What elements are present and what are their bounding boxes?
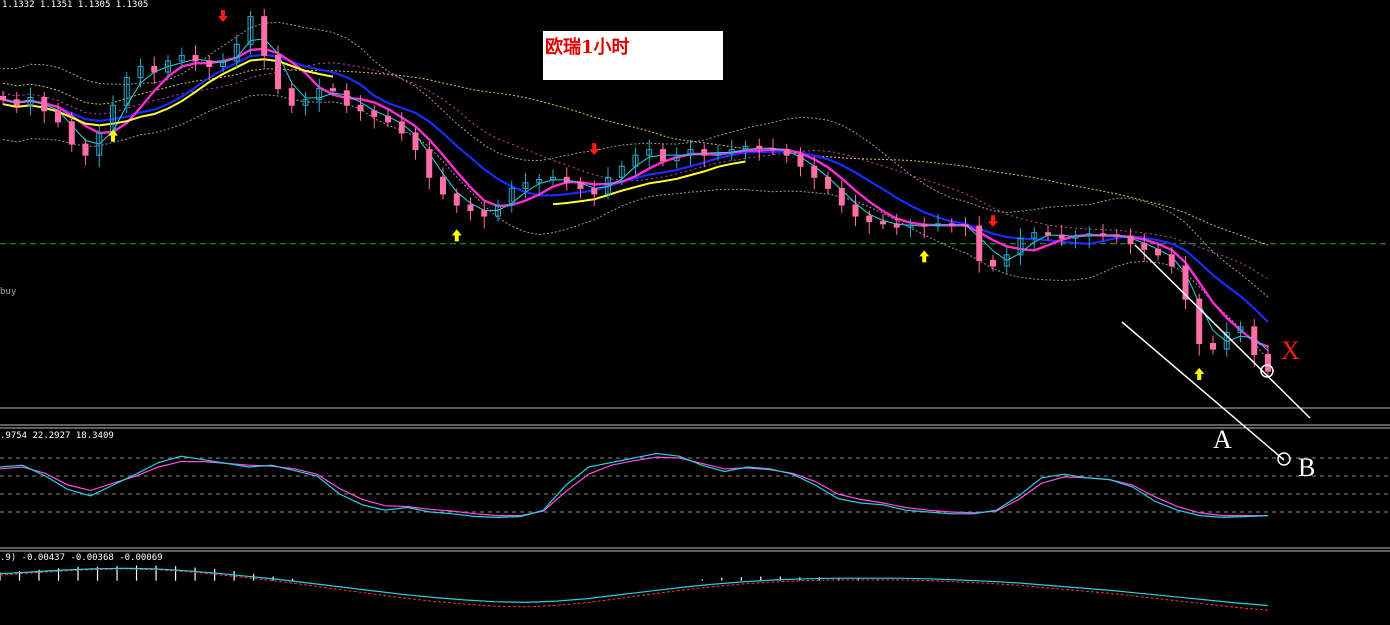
stochastic-readout: .9754 22.2927 18.3409 (0, 431, 114, 441)
candle-body (1155, 248, 1161, 256)
candle-body (412, 132, 419, 151)
macd-signal-line (0, 568, 1269, 611)
candle-body (866, 215, 873, 223)
candle-body (440, 176, 446, 195)
candle-body (192, 54, 199, 62)
buy-line-label: buy (0, 287, 17, 297)
stochastic-main-line (0, 452, 1269, 519)
candle-body (151, 65, 158, 73)
candle-body (261, 16, 268, 56)
candle-body (275, 54, 281, 90)
panel-separators (0, 407, 1390, 552)
candle-body (1127, 235, 1134, 245)
candle-body (1141, 243, 1148, 250)
chart-title: 欧瑞1小时 (545, 37, 630, 58)
candle-body (453, 193, 460, 206)
candle-body (467, 204, 474, 212)
candle-body (563, 176, 570, 184)
candle-body (13, 99, 20, 106)
annotation-a: A (1213, 425, 1232, 454)
candle-body (825, 176, 831, 189)
candle-body (880, 221, 886, 225)
candle-body (577, 182, 584, 189)
point-b-circle (1277, 452, 1291, 466)
candle-body (288, 88, 295, 106)
candle-body (811, 165, 818, 178)
candle-body (1045, 232, 1051, 236)
candle-body (1265, 354, 1271, 372)
candle-body (701, 149, 708, 156)
candle-body (1058, 234, 1065, 239)
candle-body (756, 145, 763, 149)
ohlc-readout: 1.1332 1.1351 1.1305 1.1305 (2, 0, 149, 10)
candle-body (591, 187, 598, 195)
candle-body (41, 97, 48, 112)
ma-cyan-line (2, 38, 1269, 352)
candle-body (783, 149, 790, 156)
candle-body (206, 60, 213, 67)
candle-body (1251, 326, 1258, 356)
forex-chart[interactable] (0, 0, 1390, 625)
candle-body (343, 90, 350, 106)
buy-arrow-icon (451, 229, 462, 242)
buy-arrow-icon (919, 250, 930, 263)
candle-body (357, 104, 364, 112)
candle-body (385, 115, 391, 123)
candle-body (976, 225, 983, 261)
candle-body (838, 187, 845, 206)
candle-body (770, 147, 776, 151)
envelope-lower-line (2, 94, 1269, 360)
candle-body (398, 121, 405, 134)
trend-channel-upper-line (1134, 244, 1311, 419)
annotation-b: B (1298, 453, 1316, 482)
candle-body (0, 95, 6, 101)
chart-title-box: 欧瑞1小时 (543, 31, 723, 80)
candle-body (797, 154, 804, 167)
candle-body (852, 204, 859, 217)
macd-panel[interactable] (0, 565, 1269, 611)
candle-body (1168, 254, 1175, 267)
candle-body (660, 149, 666, 162)
candle-body (55, 110, 61, 123)
candle-body (426, 149, 433, 178)
macd-readout: .9) -0.00437 -0.00368 -0.00069 (0, 553, 163, 563)
sell-arrow-icon (589, 143, 600, 156)
candle-body (893, 223, 900, 228)
candle-body (1113, 234, 1120, 237)
buy-arrow-icon (1194, 367, 1205, 380)
candle-body (330, 88, 336, 92)
candle-body (1100, 233, 1106, 236)
candle-body (371, 110, 378, 117)
candle-body (68, 121, 75, 145)
stochastic-signal-line (0, 456, 1268, 517)
annotation-x: X (1281, 336, 1300, 365)
candle-body (1210, 343, 1216, 350)
ma-blue-line (2, 53, 1269, 323)
candle-body (962, 224, 969, 227)
stochastic-panel[interactable] (0, 452, 1390, 519)
sell-arrow-icon (988, 215, 998, 228)
candle-body (990, 259, 996, 267)
candle-body (82, 143, 89, 156)
macd-line (0, 567, 1269, 607)
sell-arrow-icon (218, 10, 228, 23)
candle-body (921, 224, 928, 227)
candle-body (948, 223, 955, 226)
candle-body (481, 210, 488, 217)
